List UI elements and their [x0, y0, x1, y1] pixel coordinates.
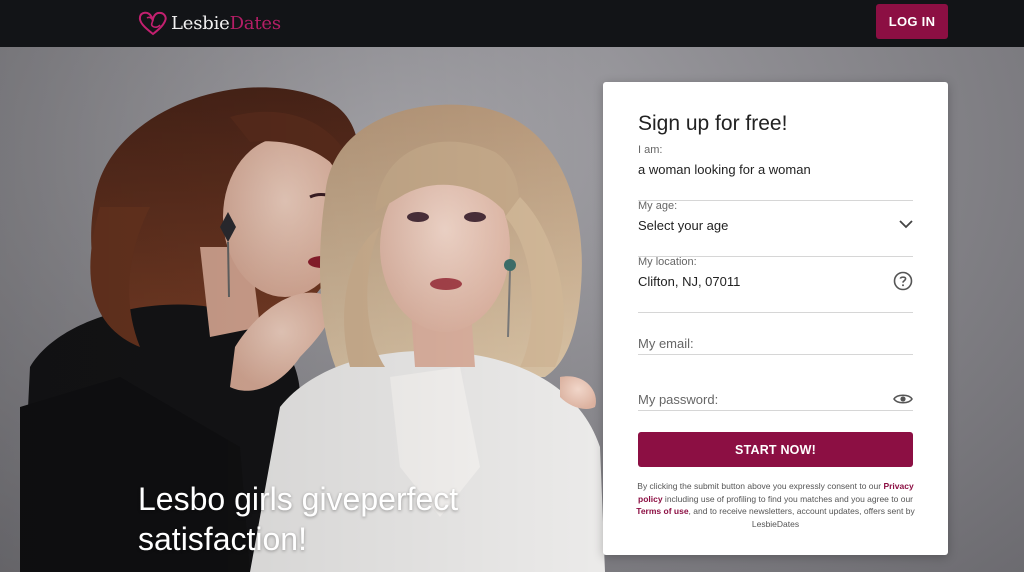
password-placeholder[interactable]: My password:: [638, 392, 718, 407]
iam-value[interactable]: a woman looking for a woman: [638, 162, 811, 177]
logo-text-lesbie: Lesbie: [171, 12, 230, 34]
legal-text-3: , and to receive newsletters, account up…: [688, 506, 915, 529]
chevron-down-icon[interactable]: [899, 220, 913, 229]
eye-icon[interactable]: [893, 392, 913, 406]
iam-label: I am:: [638, 144, 663, 156]
legal-text-1: By clicking the submit button above you …: [637, 481, 884, 491]
location-label: My location:: [638, 256, 697, 268]
location-value[interactable]: Clifton, NJ, 07011: [638, 274, 740, 289]
legal-text-2: including use of profiling to find you m…: [662, 493, 913, 504]
logo-text: LesbieDates: [171, 13, 281, 34]
signup-title: Sign up for free!: [638, 112, 788, 135]
top-navbar: LesbieDates LOG IN: [0, 0, 1024, 47]
age-label: My age:: [638, 200, 678, 212]
iam-field[interactable]: I am: a woman looking for a woman: [638, 144, 913, 201]
password-field[interactable]: My password:: [638, 354, 913, 411]
email-field[interactable]: My email:: [638, 298, 913, 355]
login-button[interactable]: LOG IN: [876, 4, 948, 39]
site-logo[interactable]: LesbieDates: [138, 8, 281, 38]
terms-of-use-link[interactable]: Terms of use: [636, 506, 688, 516]
start-now-button[interactable]: START NOW!: [638, 432, 913, 467]
hero-headline: Lesbo girls giveperfect satisfaction!: [138, 481, 459, 557]
logo-text-dates: Dates: [229, 12, 281, 34]
age-value[interactable]: Select your age: [638, 218, 728, 233]
email-placeholder[interactable]: My email:: [638, 336, 694, 351]
legal-notice: By clicking the submit button above you …: [631, 480, 920, 530]
signup-form: Sign up for free! I am: a woman looking …: [603, 82, 948, 555]
question-circle-icon[interactable]: [893, 271, 913, 291]
heart-logo-icon: [138, 11, 167, 36]
age-select[interactable]: My age: Select your age: [638, 200, 913, 257]
